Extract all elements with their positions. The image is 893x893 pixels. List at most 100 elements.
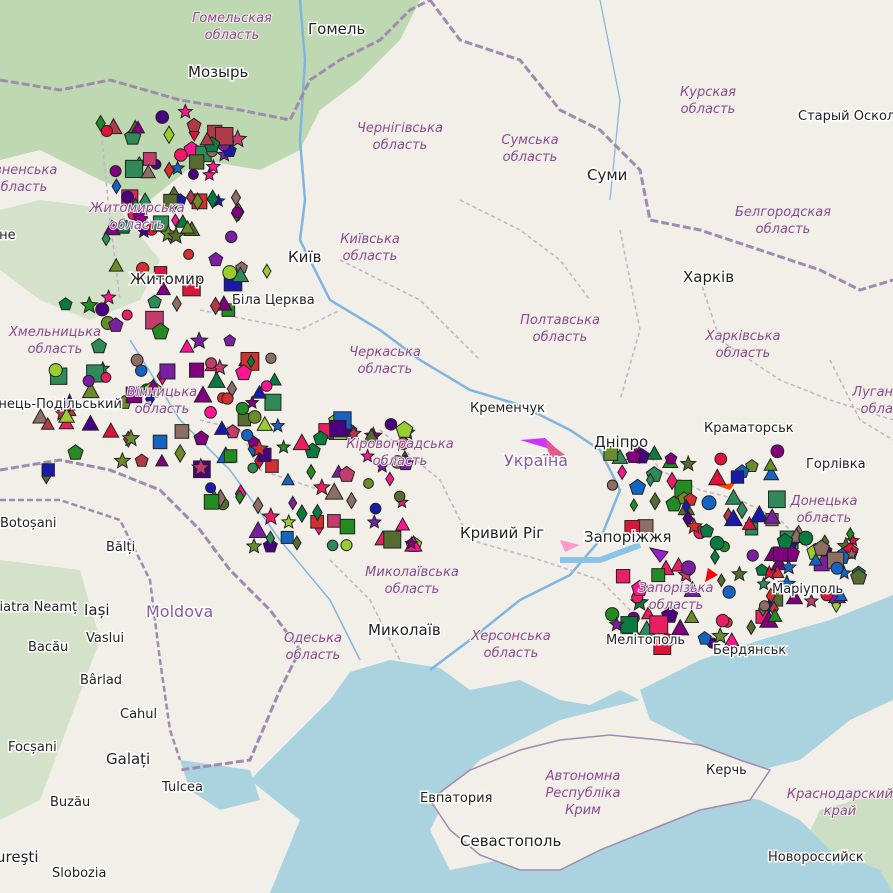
map-canvas[interactable]: Гомель Мозырь Київ Житомир Біла Церква С… [0,0,893,893]
map-marker[interactable] [339,518,356,535]
map-marker[interactable] [222,265,238,281]
map-marker[interactable] [715,613,730,628]
map-marker[interactable] [615,569,631,584]
map-marker[interactable] [204,406,217,419]
city-sevastopol: Севастополь [460,832,561,850]
city-mariupol: Маріуполь [772,582,843,597]
map-marker[interactable] [620,616,638,634]
country-ukraine: Україна [504,451,568,470]
map-marker[interactable] [235,401,250,416]
city-novorossiysk: Новороссийск [768,850,864,865]
map-marker[interactable] [265,352,277,364]
map-marker[interactable] [183,248,195,260]
map-marker[interactable] [130,353,144,367]
city-kramatorsk: Краматорськ [704,421,794,436]
city-bucuresti: Bucureşti [0,848,38,866]
map-marker[interactable] [174,424,190,439]
city-melitopol: Мелітополь [606,633,685,648]
map-marker[interactable] [152,434,168,450]
city-yevpatoria: Евпатория [420,791,492,806]
map-marker[interactable] [384,418,398,431]
map-marker[interactable] [48,363,63,378]
city-focsani: Focșani [8,740,57,755]
city-kamianets: Кам'янець-Подільський [0,397,122,412]
map-marker[interactable] [241,429,254,442]
map-marker[interactable] [231,206,244,219]
city-bila-tserkva: Біла Церква [232,293,315,308]
city-iasi: Iași [84,601,110,619]
map-marker[interactable] [393,490,406,503]
city-mykolaiv: Миколаїв [368,621,441,639]
map-marker[interactable] [205,357,217,370]
map-marker[interactable] [189,362,205,378]
map-marker[interactable] [722,585,736,599]
map-marker[interactable] [221,392,234,405]
city-slobozia: Slobozia [52,866,106,881]
map-marker[interactable] [189,154,205,170]
map-marker[interactable] [768,490,786,509]
map-marker[interactable] [174,148,188,162]
map-marker[interactable] [363,478,374,489]
city-horlivka: Горлівка [806,457,866,472]
map-marker[interactable] [369,502,382,515]
map-marker[interactable] [714,452,728,466]
map-marker[interactable] [746,549,759,562]
map-marker[interactable] [155,110,170,124]
city-buzau: Buzău [50,795,90,810]
map-marker[interactable] [203,494,220,510]
map-marker[interactable] [770,444,785,459]
city-dnipro: Дніпро [594,433,648,451]
city-stary-oskol: Старый Оскол [798,109,893,124]
map-marker[interactable] [327,514,341,528]
map-marker[interactable] [124,159,144,179]
map-marker[interactable] [159,363,176,380]
map-marker[interactable] [730,470,745,484]
map-marker[interactable] [264,393,282,411]
map-marker[interactable] [701,495,717,511]
map-marker[interactable] [340,539,353,552]
city-gomel: Гомель [308,20,365,38]
map-marker[interactable] [82,374,95,387]
map-marker[interactable] [606,479,619,491]
city-sumy: Суми [587,166,627,184]
city-kremenchuk: Кременчук [470,401,545,416]
city-botosani: Botoșani [0,516,57,531]
map-marker[interactable] [709,535,725,551]
map-marker[interactable] [247,410,262,424]
map-marker[interactable] [205,482,217,494]
map-marker[interactable] [188,169,199,180]
map-marker[interactable] [280,530,294,544]
city-piatra-neamt: Piatra Neamț [0,600,77,615]
map-marker[interactable] [681,560,696,576]
map-marker[interactable] [758,600,771,612]
map-marker[interactable] [326,539,339,552]
map-marker[interactable] [223,449,238,463]
map-marker[interactable] [329,419,347,438]
country-moldova: Moldova [146,602,213,621]
map-marker[interactable] [649,615,669,635]
city-bacau: Bacău [28,640,68,655]
city-rivne: Рівне [0,228,16,243]
map-marker[interactable] [260,380,273,392]
city-tulcea: Tulcea [161,780,203,795]
map-marker[interactable] [225,230,238,244]
map-marker[interactable] [41,463,55,477]
map-marker[interactable] [773,546,789,562]
map-marker[interactable] [830,561,844,575]
map-marker[interactable] [651,568,666,583]
map-marker[interactable] [383,530,402,549]
map-marker[interactable] [95,302,110,317]
city-vaslui: Vaslui [86,631,124,646]
map-marker[interactable] [135,364,148,377]
map-marker[interactable] [142,152,157,166]
map-marker[interactable] [798,530,814,546]
map-marker[interactable] [121,309,133,321]
map-marker[interactable] [247,462,259,474]
map-marker[interactable] [109,165,122,178]
map-marker[interactable] [100,371,112,383]
city-mozyr: Мозырь [188,63,248,81]
city-balti: Bălți [106,540,135,555]
city-kryvyi-rih: Кривий Ріг [460,524,544,542]
city-kharkiv: Харків [683,268,734,286]
city-kerch: Керчь [706,763,747,778]
